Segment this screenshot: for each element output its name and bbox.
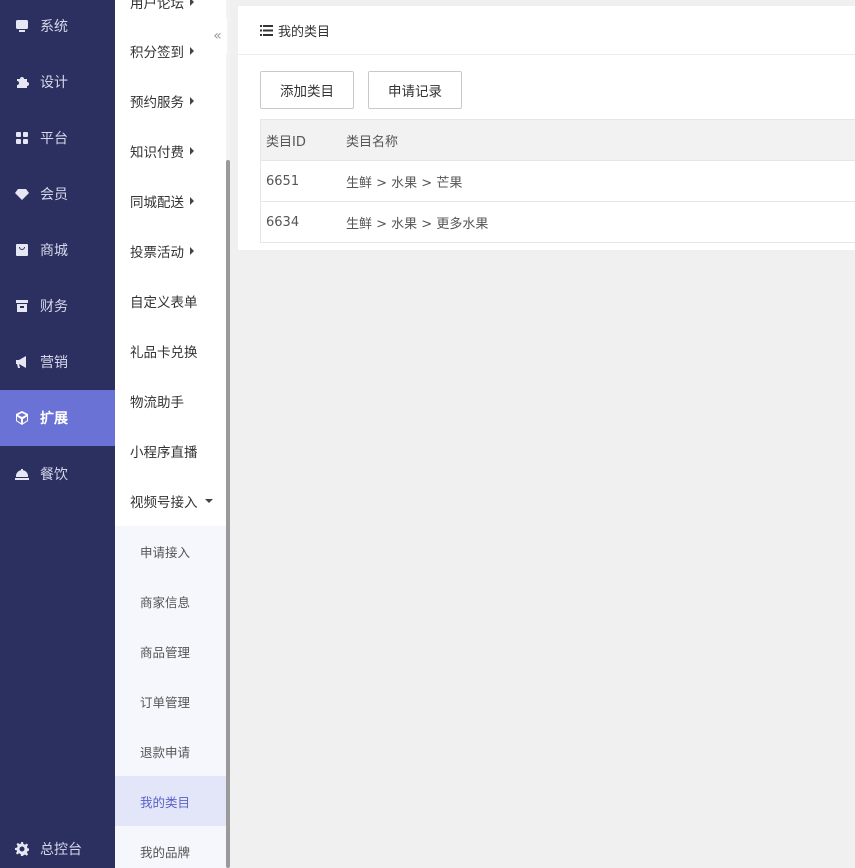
- nav-item-label: 系统: [40, 19, 68, 35]
- submenu-item-my-categories[interactable]: 我的类目: [115, 776, 226, 826]
- megaphone-icon: [15, 355, 29, 369]
- column-header-category-name: 类目名称: [346, 134, 399, 150]
- submenu-item-label: 商品管理: [140, 644, 191, 660]
- double-chevron-left-icon: «: [213, 28, 222, 44]
- nav-item-label: 营销: [40, 355, 68, 371]
- column-header-category-id: 类目ID: [266, 134, 306, 150]
- menu-item-label: 投票活动: [130, 245, 184, 261]
- nav-item-finance[interactable]: 财务: [0, 278, 115, 334]
- nav-item-label: 会员: [40, 187, 68, 203]
- nav-item-label: 设计: [40, 75, 68, 91]
- monitor-icon: [15, 19, 29, 33]
- menu-item-custom-form[interactable]: 自定义表单: [115, 276, 226, 326]
- cell-category-id: 6651: [266, 173, 300, 189]
- caret-right-icon: [190, 47, 194, 55]
- cell-category-id: 6634: [266, 214, 300, 230]
- nav-item-label: 餐饮: [40, 467, 68, 483]
- cube-icon: [15, 411, 29, 425]
- application-records-button[interactable]: 申请记录: [368, 71, 462, 109]
- submenu-item-products[interactable]: 商品管理: [115, 626, 226, 676]
- page-title: 我的类目: [278, 24, 331, 40]
- nav-item-design[interactable]: 设计: [0, 54, 115, 110]
- nav-item-extension[interactable]: 扩展: [0, 390, 115, 446]
- caret-right-icon: [190, 0, 194, 6]
- submenu-item-label: 我的品牌: [140, 844, 191, 860]
- nav-item-console[interactable]: 总控台: [0, 821, 115, 868]
- bag-icon: [15, 243, 29, 257]
- nav-item-catering[interactable]: 餐饮: [0, 446, 115, 502]
- submenu-item-merchant-info[interactable]: 商家信息: [115, 576, 226, 626]
- puzzle-icon: [15, 75, 29, 89]
- cell-category-name: 生鲜 > 水果 > 芒果: [346, 175, 463, 191]
- submenu-item-orders[interactable]: 订单管理: [115, 676, 226, 726]
- menu-item-gift-card[interactable]: 礼品卡兑换: [115, 326, 226, 376]
- list-icon: [260, 24, 273, 36]
- menu-item-label: 同城配送: [130, 195, 184, 211]
- nav-item-marketing[interactable]: 营销: [0, 334, 115, 390]
- nav-item-label: 总控台: [40, 842, 82, 858]
- submenu-item-apply[interactable]: 申请接入: [115, 526, 226, 576]
- menu-item-label: 礼品卡兑换: [130, 345, 198, 361]
- menu-item-label: 物流助手: [130, 395, 184, 411]
- archive-icon: [15, 299, 29, 313]
- content-panel: 我的类目 添加类目 申请记录 类目ID 类目名称 6651 生鲜 > 水果 > …: [238, 6, 855, 250]
- grid-icon: [15, 131, 29, 145]
- submenu-item-label: 商家信息: [140, 594, 191, 610]
- menu-item-label: 积分签到: [130, 45, 184, 61]
- submenu-item-my-brands[interactable]: 我的品牌: [115, 826, 226, 868]
- nav-item-label: 财务: [40, 299, 68, 315]
- nav-item-mall[interactable]: 商城: [0, 222, 115, 278]
- submenu-item-label: 申请接入: [140, 544, 191, 560]
- nav-item-label: 扩展: [40, 411, 68, 427]
- caret-right-icon: [190, 247, 194, 255]
- menu-item-channels[interactable]: 视频号接入: [115, 476, 226, 526]
- menu-item-local-delivery[interactable]: 同城配送: [115, 176, 226, 226]
- caret-down-icon: [204, 499, 213, 503]
- menu-item-label: 视频号接入: [130, 495, 198, 511]
- menu-item-label: 预约服务: [130, 95, 184, 111]
- menu-item-booking[interactable]: 预约服务: [115, 76, 226, 126]
- caret-right-icon: [190, 147, 194, 155]
- submenu-item-refunds[interactable]: 退款申请: [115, 726, 226, 776]
- sidebar-scrollbar-thumb[interactable]: [226, 160, 230, 868]
- add-category-button[interactable]: 添加类目: [260, 71, 354, 109]
- menu-item-label: 小程序直播: [130, 445, 198, 461]
- nav-item-label: 商城: [40, 243, 68, 259]
- menu-item-live-stream[interactable]: 小程序直播: [115, 426, 226, 476]
- gear-icon: [15, 842, 29, 856]
- table-row: 6651 生鲜 > 水果 > 芒果: [261, 161, 855, 202]
- menu-item-logistics[interactable]: 物流助手: [115, 376, 226, 426]
- secondary-sidebar: 用户论坛 积分签到 预约服务 知识付费 同城配送 投票活动 自定义表单 礼品卡兑…: [115, 0, 226, 868]
- submenu-item-label: 订单管理: [140, 694, 191, 710]
- nav-item-member[interactable]: 会员: [0, 166, 115, 222]
- table-header-row: 类目ID 类目名称: [261, 120, 855, 161]
- nav-item-system[interactable]: 系统: [0, 0, 115, 54]
- submenu-item-label: 退款申请: [140, 744, 191, 760]
- panel-header: 我的类目: [238, 6, 855, 55]
- menu-item-voting[interactable]: 投票活动: [115, 226, 226, 276]
- cloche-icon: [15, 467, 29, 481]
- category-table: 类目ID 类目名称 6651 生鲜 > 水果 > 芒果 6634 生鲜 > 水果…: [260, 119, 855, 243]
- collapse-sidebar-button[interactable]: «: [208, 18, 227, 54]
- caret-right-icon: [190, 97, 194, 105]
- menu-item-paid-knowledge[interactable]: 知识付费: [115, 126, 226, 176]
- caret-right-icon: [190, 197, 194, 205]
- nav-item-platform[interactable]: 平台: [0, 110, 115, 166]
- menu-item-label: 知识付费: [130, 145, 184, 161]
- cell-category-name: 生鲜 > 水果 > 更多水果: [346, 216, 489, 232]
- menu-item-label: 用户论坛: [130, 0, 184, 12]
- primary-sidebar: 系统 设计 平台 会员 商城 财务 营销 扩展 餐饮 总控台: [0, 0, 115, 868]
- gem-icon: [15, 187, 29, 201]
- submenu-item-label: 我的类目: [140, 794, 191, 810]
- menu-item-label: 自定义表单: [130, 295, 198, 311]
- table-row: 6634 生鲜 > 水果 > 更多水果: [261, 202, 855, 243]
- nav-item-label: 平台: [40, 131, 68, 147]
